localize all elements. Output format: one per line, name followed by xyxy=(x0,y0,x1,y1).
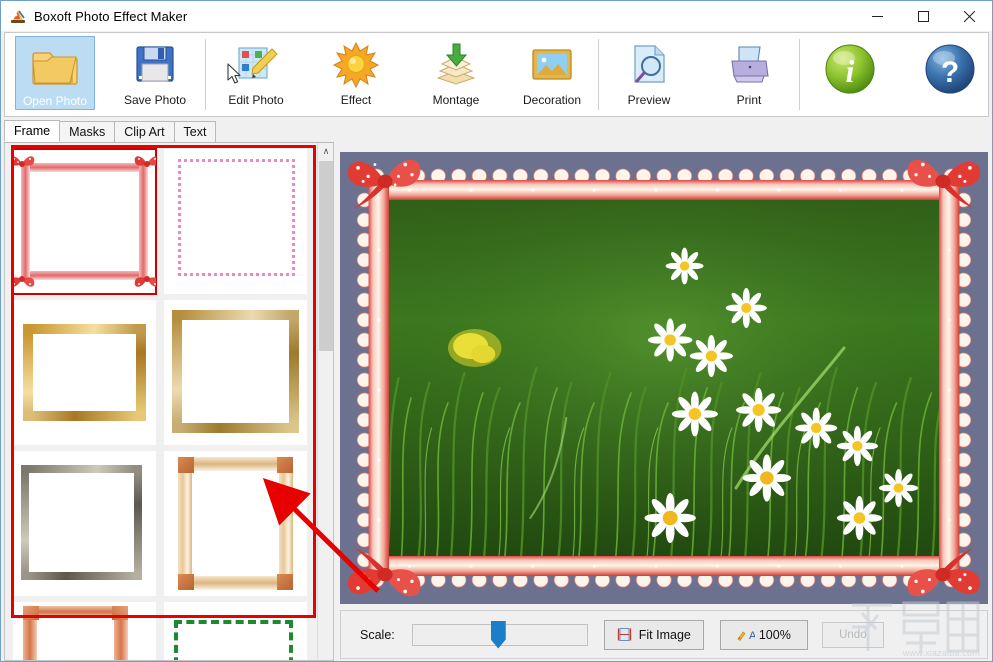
svg-text:?: ? xyxy=(941,56,959,89)
effect-label: Effect xyxy=(340,93,372,107)
pink-dotted-art xyxy=(178,159,295,276)
red-ribbon-art xyxy=(13,156,156,287)
print-button[interactable]: Print xyxy=(699,33,799,116)
tab-masks-label: Masks xyxy=(69,125,106,139)
undo-button[interactable]: Undo xyxy=(821,621,884,648)
window-title: Boxoft Photo Effect Maker xyxy=(34,8,188,24)
floppy-disk-icon xyxy=(131,40,179,88)
frame-list-scrollbar[interactable]: ∧ xyxy=(317,143,333,659)
montage-label: Montage xyxy=(432,93,480,107)
close-button[interactable] xyxy=(946,1,992,31)
scrollbar-thumb[interactable] xyxy=(319,161,333,351)
layers-arrow-icon xyxy=(432,40,480,88)
help-button[interactable]: ? xyxy=(900,33,992,116)
edit-photo-button[interactable]: Edit Photo xyxy=(206,33,306,116)
print-label: Print xyxy=(736,93,762,107)
corner-bow-bottom-left-icon xyxy=(347,547,421,597)
frame-thumb-green-dashed[interactable] xyxy=(164,602,307,660)
scale-slider[interactable] xyxy=(411,620,588,649)
frame-thumb-gold-wide[interactable] xyxy=(13,300,156,445)
red-ribbon-frame-overlay xyxy=(347,159,981,597)
tab-frame[interactable]: Frame xyxy=(4,120,61,142)
info-icon: i xyxy=(821,40,879,98)
main-toolbar: Open Photo Save Photo Edit Photo Effect … xyxy=(4,32,989,117)
montage-button[interactable]: Montage xyxy=(406,33,506,116)
fit-image-label: Fit Image xyxy=(638,627,691,642)
maximize-button[interactable] xyxy=(900,1,946,31)
undo-label: Undo xyxy=(839,628,867,641)
title-bar: Boxoft Photo Effect Maker xyxy=(1,1,992,31)
window-controls xyxy=(854,1,992,31)
frame-thumb-silver-stone[interactable] xyxy=(13,451,156,596)
scale-toolbar: Scale: Fit Image 100% Undo xyxy=(340,610,988,659)
corner-bow-top-right-icon xyxy=(907,159,981,209)
effect-button[interactable]: Effect xyxy=(306,33,406,116)
sun-burst-icon xyxy=(332,40,380,89)
gold-frame-art xyxy=(23,324,146,421)
app-icon xyxy=(9,7,27,25)
ribbon-bow-icon xyxy=(134,156,156,167)
svg-text:A: A xyxy=(749,630,755,642)
open-photo-button[interactable]: Open Photo xyxy=(15,36,95,110)
corner-bow-bottom-right-icon xyxy=(907,547,981,597)
bamboo-frame-art xyxy=(178,457,293,590)
frame-thumbnail-grid xyxy=(5,143,319,660)
frame-thumb-bamboo-wood[interactable] xyxy=(164,451,307,596)
frame-thumb-red-ribbon[interactable] xyxy=(12,148,157,295)
preview-button[interactable]: Preview xyxy=(599,33,699,116)
frame-list-panel: ∧ xyxy=(4,143,334,661)
actual-size-label: 100% xyxy=(758,627,791,642)
scale-label: Scale: xyxy=(360,627,395,642)
toolbar-group-output: Preview Print xyxy=(599,33,799,116)
asset-tabs: Frame Masks Clip Art Text xyxy=(4,120,334,143)
actual-size-icon: A xyxy=(737,627,757,642)
scroll-up-arrow-icon[interactable]: ∧ xyxy=(318,143,333,160)
magnifier-page-icon xyxy=(625,40,673,88)
application-window: Boxoft Photo Effect Maker Open Photo Sav… xyxy=(0,0,993,662)
scale-slider-thumb[interactable] xyxy=(490,620,506,649)
open-photo-label: Open Photo xyxy=(22,94,88,108)
tab-clip-art[interactable]: Clip Art xyxy=(114,121,175,142)
terracotta-frame-art xyxy=(23,606,128,660)
preview-label: Preview xyxy=(627,93,671,107)
edit-photo-label: Edit Photo xyxy=(228,93,284,107)
about-button[interactable]: i xyxy=(800,33,900,116)
toolbar-group-edit: Edit Photo Effect Montage Decoration xyxy=(206,33,598,116)
open-folder-icon xyxy=(31,41,79,89)
decoration-button[interactable]: Decoration xyxy=(506,33,598,116)
tab-clip-art-label: Clip Art xyxy=(124,125,165,139)
question-mark-icon: ? xyxy=(921,40,979,98)
fit-image-icon xyxy=(617,627,632,642)
framed-photo xyxy=(347,159,981,597)
frame-thumb-pink-dotted[interactable] xyxy=(164,149,307,294)
gold-frame-art xyxy=(172,310,299,433)
toolbar-group-file: Open Photo Save Photo xyxy=(5,33,205,116)
frame-thumb-gold-tall[interactable] xyxy=(164,300,307,445)
ribbon-bow-icon xyxy=(13,156,35,167)
frame-thumb-terracotta[interactable] xyxy=(13,602,156,660)
tab-frame-label: Frame xyxy=(14,124,51,138)
lace-trim-art xyxy=(356,168,972,588)
ribbon-bow-icon xyxy=(134,276,156,287)
tab-masks[interactable]: Masks xyxy=(59,121,116,142)
fit-image-button[interactable]: Fit Image xyxy=(603,619,704,650)
printer-icon xyxy=(725,40,773,88)
tab-text[interactable]: Text xyxy=(173,121,217,142)
save-photo-label: Save Photo xyxy=(123,93,187,107)
save-photo-button[interactable]: Save Photo xyxy=(105,33,205,116)
ribbon-bow-icon xyxy=(13,276,35,287)
mouse-cursor xyxy=(227,63,241,84)
toolbar-group-help: i ? xyxy=(800,33,992,116)
photo-canvas[interactable] xyxy=(340,152,988,604)
corner-bow-top-left-icon xyxy=(347,159,421,209)
silver-frame-art xyxy=(21,465,142,580)
tab-text-label: Text xyxy=(183,125,207,139)
minimize-button[interactable] xyxy=(854,1,900,31)
picture-frame-icon xyxy=(528,40,576,88)
green-dashed-art xyxy=(174,620,293,660)
svg-text:i: i xyxy=(846,53,855,89)
actual-size-button[interactable]: A 100% xyxy=(719,619,808,650)
preview-panel: Scale: Fit Image 100% Undo www.xiazaiba.… xyxy=(338,143,990,661)
decoration-label: Decoration xyxy=(522,93,582,107)
